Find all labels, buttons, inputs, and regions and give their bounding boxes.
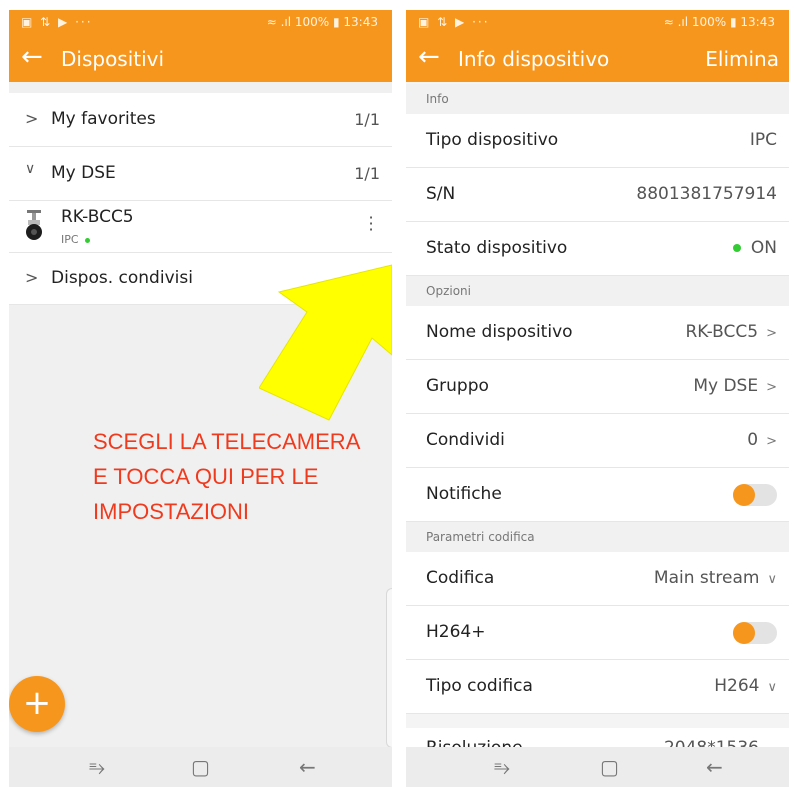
group-row-my-dse[interactable]: ∨ My DSE 1/1 [9,147,392,201]
row-label: Nome dispositivo [426,322,573,342]
back-arrow-icon[interactable]: ← [21,44,43,70]
page-title: Dispositivi [61,47,165,71]
recent-apps-icon[interactable]: ⥱ [494,755,510,779]
back-arrow-icon[interactable]: ← [418,44,440,70]
group-label: My DSE [51,163,116,183]
row-serial-number: S/N 8801381757914 [406,168,789,222]
status-icons: ▣ ⇅ ▶ ··· [21,15,93,29]
row-label: Stato dispositivo [426,238,568,258]
home-icon[interactable]: ▢ [600,755,619,779]
value-text: RK-BCC5 [685,322,759,342]
group-label: My favorites [51,109,156,129]
row-label: Gruppo [426,376,489,396]
row-value: ON [732,238,777,258]
group-count: 1/1 [354,164,380,183]
row-risoluzione-partial[interactable]: Risoluzione 2048*1536 [406,728,789,748]
status-icons: ▣ ⇅ ▶ ··· [418,15,490,29]
row-codifica[interactable]: Codifica Main stream ∨ [406,552,789,606]
annotation-text: SCEGLI LA TELECAMERA E TOCCA QUI PER LE … [93,424,392,529]
online-status-dot [84,237,90,243]
annotation-line: E TOCCA QUI PER LE [93,464,319,489]
row-label: S/N [426,184,456,204]
chevron-down-icon: ∨ [767,572,777,587]
annotation-arrow-icon [259,264,392,421]
row-label: Tipo dispositivo [426,130,559,150]
home-icon[interactable]: ▢ [191,755,210,779]
section-header-opzioni: Opzioni [406,276,789,306]
chevron-right-icon: > [766,380,777,395]
device-type-label: IPC [61,233,79,246]
notifiche-toggle[interactable] [733,484,777,506]
row-value: IPC [749,130,777,150]
group-label: Dispos. condivisi [51,268,193,288]
row-label: Codifica [426,568,495,588]
device-name: RK-BCC5 [61,207,134,227]
group-count: 1/1 [354,110,380,129]
page-title: Info dispositivo [458,47,610,71]
device-list-screen: ▣ ⇅ ▶ ··· ≈ .ıl 100% ▮ 13:43 ← Dispositi… [9,10,392,787]
status-battery-time: ≈ .ıl 100% ▮ 13:43 [266,15,378,29]
row-condividi[interactable]: Condividi 0 > [406,414,789,468]
row-value: 8801381757914 [636,184,777,204]
back-icon[interactable]: ← [299,755,316,779]
delete-button[interactable]: Elimina [705,47,779,71]
h264plus-toggle[interactable] [733,622,777,644]
chevron-right-icon: > [766,326,777,341]
device-row[interactable]: RK-BCC5 IPC · · · [9,201,392,253]
section-header-parametri: Parametri codifica [406,522,789,552]
status-bar: ▣ ⇅ ▶ ··· ≈ .ıl 100% ▮ 13:43 [406,10,789,36]
row-tipo-codifica[interactable]: Tipo codifica H264 ∨ [406,660,789,714]
row-label: Condividi [426,430,505,450]
edge-panel-handle[interactable] [386,588,392,748]
row-label: Tipo codifica [426,676,533,696]
row-tipo-dispositivo: Tipo dispositivo IPC [406,114,789,168]
status-bar: ▣ ⇅ ▶ ··· ≈ .ıl 100% ▮ 13:43 [9,10,392,36]
annotation-line: SCEGLI LA TELECAMERA [93,429,361,454]
group-row-favorites[interactable]: > My favorites 1/1 [9,93,392,147]
device-type: IPC [61,233,90,246]
section-header-info: Info [406,84,789,114]
system-nav-bar: ⥱ ▢ ← [406,747,789,787]
chevron-right-icon: > [766,434,777,449]
system-nav-bar: ⥱ ▢ ← [9,747,392,787]
row-label: Notifiche [426,484,502,504]
chevron-down-icon: ∨ [767,680,777,695]
chevron-right-icon: > [25,268,39,287]
row-stato-dispositivo: Stato dispositivo ON [406,222,789,276]
annotation-line: IMPOSTAZIONI [93,499,250,524]
app-bar: ← Dispositivi [9,36,392,82]
camera-icon [26,210,42,240]
row-value: My DSE > [693,376,777,396]
online-status-dot [732,244,741,252]
status-battery-time: ≈ .ıl 100% ▮ 13:43 [663,15,775,29]
row-nome-dispositivo[interactable]: Nome dispositivo RK-BCC5 > [406,306,789,360]
value-text: Main stream [653,568,760,588]
recent-apps-icon[interactable]: ⥱ [89,755,105,779]
device-info-screen: ▣ ⇅ ▶ ··· ≈ .ıl 100% ▮ 13:43 ← Info disp… [406,10,789,787]
value-text: My DSE [693,376,759,396]
row-value: Main stream ∨ [654,568,777,588]
value-text: 0 [747,430,759,450]
row-gruppo[interactable]: Gruppo My DSE > [406,360,789,414]
row-value: H264 ∨ [714,676,777,696]
chevron-right-icon: > [25,109,39,128]
add-device-button[interactable]: + [9,676,65,732]
row-label: H264+ [426,622,486,642]
status-value: ON [750,238,777,258]
row-value: 0 > [747,430,777,450]
row-h264plus: H264+ [406,606,789,660]
app-bar: ← Info dispositivo Elimina [406,36,789,82]
row-value: RK-BCC5 > [685,322,777,342]
toggle-knob [733,484,755,506]
back-icon[interactable]: ← [706,755,723,779]
chevron-down-icon: ∨ [25,161,36,177]
toggle-knob [733,622,755,644]
more-options-icon[interactable]: · · · [368,210,374,238]
row-notifiche: Notifiche [406,468,789,522]
value-text: H264 [714,676,760,696]
